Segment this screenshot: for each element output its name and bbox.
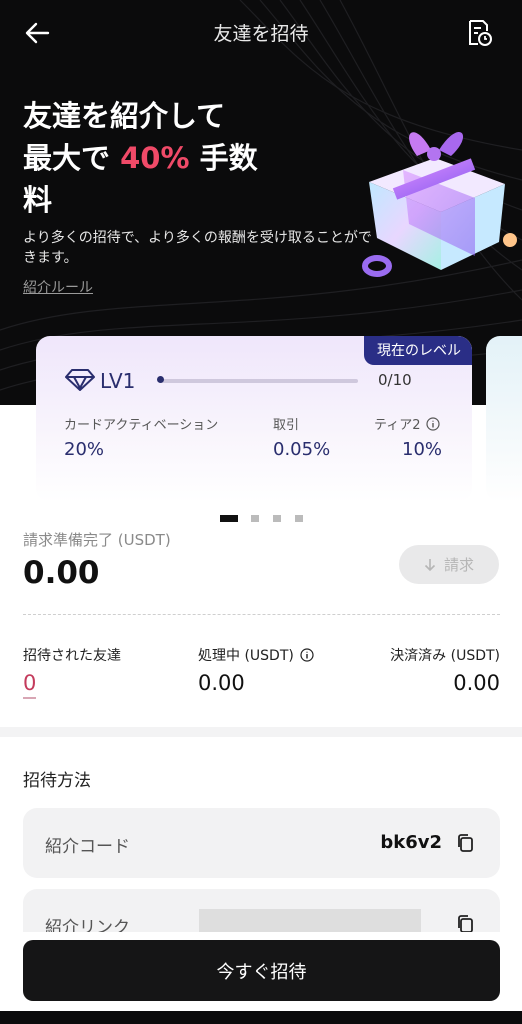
carousel-dot[interactable]	[273, 515, 281, 522]
tier2-value: 10%	[402, 439, 443, 460]
carousel-dot[interactable]	[251, 515, 259, 522]
card-activation-label: カードアクティベーション	[64, 418, 219, 433]
trading-value: 0.05%	[273, 439, 331, 460]
invite-now-button[interactable]: 今すぐ招待	[23, 940, 500, 1001]
level-label: LV1	[100, 369, 136, 393]
copy-icon[interactable]	[456, 914, 474, 934]
invited-friends-value[interactable]: 0	[23, 671, 37, 699]
settled-label: 決済済み (USDT)	[390, 648, 500, 664]
level-progress-marker	[157, 376, 164, 383]
claimable-label: 請求準備完了 (USDT)	[23, 531, 171, 549]
referral-rules-link[interactable]: 紹介ルール	[23, 277, 93, 297]
current-level-badge: 現在のレベル	[364, 336, 472, 365]
carousel-dot[interactable]	[295, 515, 303, 522]
bottom-strip	[0, 1011, 522, 1024]
diamond-icon	[65, 369, 95, 391]
level-progress-text: 0/10	[378, 371, 412, 389]
settled-value: 0.00	[453, 671, 500, 695]
section-divider	[0, 727, 522, 737]
page-title: 友達を招待	[213, 23, 309, 45]
referral-code-label: 紹介コード	[45, 837, 130, 857]
referral-code-row: 紹介コード bk6v2	[23, 808, 500, 878]
referral-code-value: bk6v2	[380, 832, 442, 853]
headline-accent: 40%	[120, 141, 190, 175]
invited-friends-value-wrap[interactable]: 0	[23, 671, 37, 699]
info-icon[interactable]	[425, 416, 440, 431]
info-icon[interactable]	[300, 648, 314, 662]
history-button[interactable]	[466, 18, 494, 48]
headline-post: 手数	[189, 141, 258, 175]
headline-pre: 最大で	[23, 141, 121, 175]
headline-line1: 友達を紹介して	[23, 99, 226, 133]
trading-label: 取引	[273, 418, 300, 433]
hero-subtitle: より多くの招待で、より多くの報酬を受け取ることができます。	[23, 230, 372, 266]
copy-icon[interactable]	[456, 833, 474, 853]
level-progress-bar	[160, 379, 358, 383]
document-clock-icon	[469, 20, 492, 46]
processing-value: 0.00	[198, 671, 245, 695]
headline-line3: 料	[23, 183, 53, 217]
processing-label: 処理中 (USDT)	[198, 648, 294, 664]
invite-now-label: 今すぐ招待	[216, 961, 307, 983]
divider	[23, 614, 500, 615]
level-card-next[interactable]	[486, 336, 522, 502]
arrow-down-icon	[424, 558, 436, 571]
invited-friends-label: 招待された友達	[23, 648, 121, 664]
invite-method-title: 招待方法	[23, 771, 91, 791]
hero-headline: 友達を紹介して 最大で 40% 手数 料	[23, 95, 313, 221]
top-bar: 友達を招待	[0, 0, 522, 66]
claim-button[interactable]: 請求	[399, 545, 499, 584]
tier2-label: ティア2	[374, 418, 421, 433]
carousel-dot-active[interactable]	[220, 515, 238, 522]
level-card-current[interactable]: 現在のレベル LV1 0/10 カードアクティベーション 20% 取引 0.05…	[36, 336, 472, 502]
processing-label-wrap: 処理中 (USDT)	[198, 645, 314, 665]
claimable-amount: 0.00	[23, 555, 100, 591]
gift-box-illustration	[362, 131, 517, 277]
tier2-label-wrap: ティア2	[374, 414, 440, 433]
claim-button-label: 請求	[443, 556, 474, 574]
card-activation-value: 20%	[64, 439, 105, 460]
